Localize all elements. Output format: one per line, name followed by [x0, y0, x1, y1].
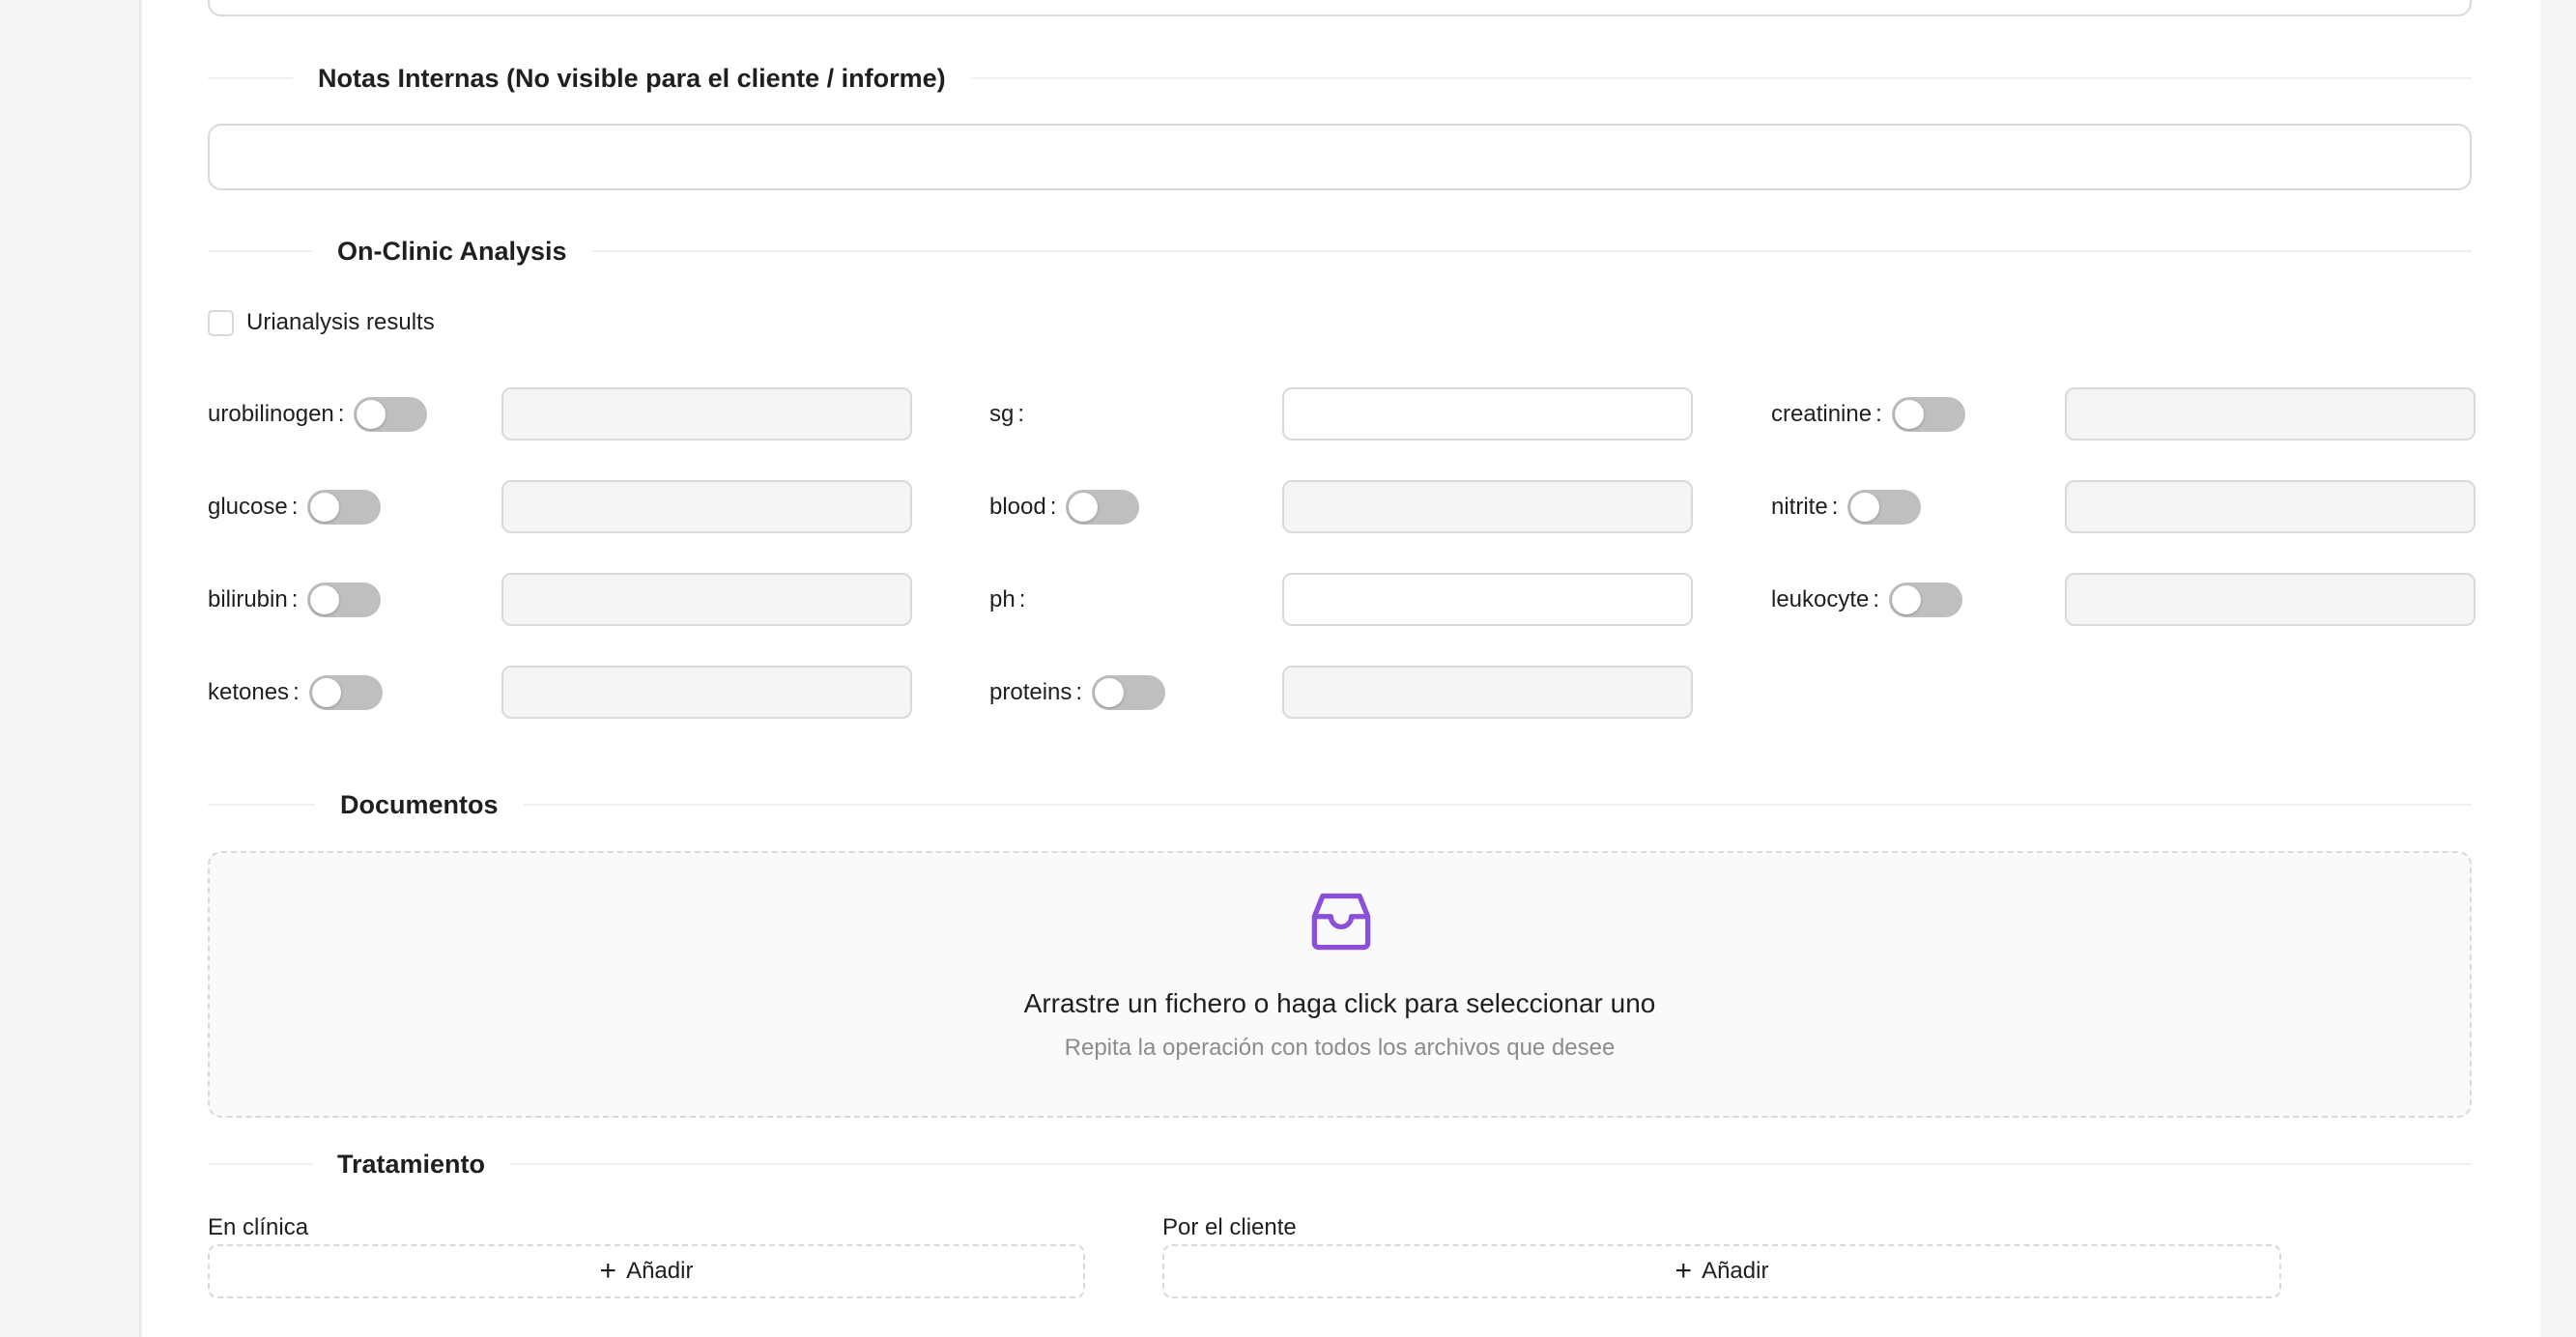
section-title-documents: Documentos [340, 789, 499, 819]
field-label-proteins: proteins: [989, 673, 1166, 712]
toggle-urobilinogen[interactable] [354, 397, 428, 432]
toggle-proteins[interactable] [1092, 675, 1166, 710]
input-glucose[interactable] [501, 480, 912, 533]
urianalysis-checkbox-row[interactable]: Urianalysis results [208, 307, 435, 338]
toggle-blood[interactable] [1066, 490, 1140, 525]
field-label-leukocyte: leukocyte: [1771, 581, 1963, 619]
inbox-icon [1311, 893, 1371, 951]
input-urobilinogen[interactable] [501, 387, 912, 441]
field-label-creatinine: creatinine: [1771, 395, 1965, 434]
treatment-in-clinic-label: En clínica [208, 1214, 309, 1240]
section-title-notes: Notas Internas (No visible para el clien… [318, 63, 946, 93]
section-divider-treatment: Tratamiento [208, 1148, 2472, 1181]
input-ketones[interactable] [501, 666, 912, 719]
input-creatinine[interactable] [2065, 387, 2476, 441]
field-label-ph: ph: [989, 586, 1026, 612]
left-gutter [0, 0, 141, 1337]
field-label-blood: blood: [989, 488, 1140, 526]
input-ph[interactable] [1282, 573, 1693, 626]
form-content: Notas Internas (No visible para el clien… [142, 0, 2540, 1337]
toggle-creatinine[interactable] [1891, 397, 1965, 432]
input-sg[interactable] [1282, 387, 1693, 441]
treatment-by-client-label: Por el cliente [1162, 1214, 1297, 1240]
plus-icon: + [599, 1255, 617, 1287]
input-bilirubin[interactable] [501, 573, 912, 626]
dropzone-subtitle: Repita la operación con todos los archiv… [1064, 1035, 1616, 1061]
add-in-clinic-treatment-button[interactable]: + Añadir [208, 1244, 1085, 1298]
plus-icon: + [1674, 1255, 1693, 1287]
input-nitrite[interactable] [2065, 480, 2476, 533]
field-label-nitrite: nitrite: [1771, 488, 1922, 526]
right-margin [2540, 0, 2576, 1337]
input-leukocyte[interactable] [2065, 573, 2476, 626]
field-label-sg: sg: [989, 401, 1025, 427]
internal-notes-input[interactable] [208, 124, 2472, 190]
section-title-analysis: On-Clinic Analysis [337, 236, 567, 266]
input-blood[interactable] [1282, 480, 1693, 533]
field-label-urobilinogen: urobilinogen: [208, 395, 428, 434]
toggle-ketones[interactable] [308, 675, 383, 710]
field-label-ketones: ketones: [208, 673, 383, 712]
toggle-bilirubin[interactable] [307, 583, 382, 617]
section-divider-analysis: On-Clinic Analysis [208, 235, 2472, 268]
document-dropzone[interactable]: Arrastre un fichero o haga click para se… [208, 851, 2472, 1118]
input-proteins[interactable] [1282, 666, 1693, 719]
toggle-nitrite[interactable] [1847, 490, 1922, 525]
section-divider-notes: Notas Internas (No visible para el clien… [208, 62, 2472, 95]
field-label-glucose: glucose: [208, 488, 382, 526]
toggle-leukocyte[interactable] [1889, 583, 1963, 617]
urianalysis-checkbox-label: Urianalysis results [246, 309, 435, 335]
previous-field-input[interactable] [208, 0, 2472, 16]
dropzone-title: Arrastre un fichero o haga click para se… [1023, 988, 1656, 1018]
section-divider-documents: Documentos [208, 788, 2472, 821]
field-label-bilirubin: bilirubin: [208, 581, 382, 619]
urianalysis-checkbox[interactable] [208, 309, 234, 336]
section-title-treatment: Tratamiento [337, 1149, 486, 1179]
toggle-glucose[interactable] [307, 490, 382, 525]
add-client-treatment-button[interactable]: + Añadir [1162, 1244, 2281, 1298]
